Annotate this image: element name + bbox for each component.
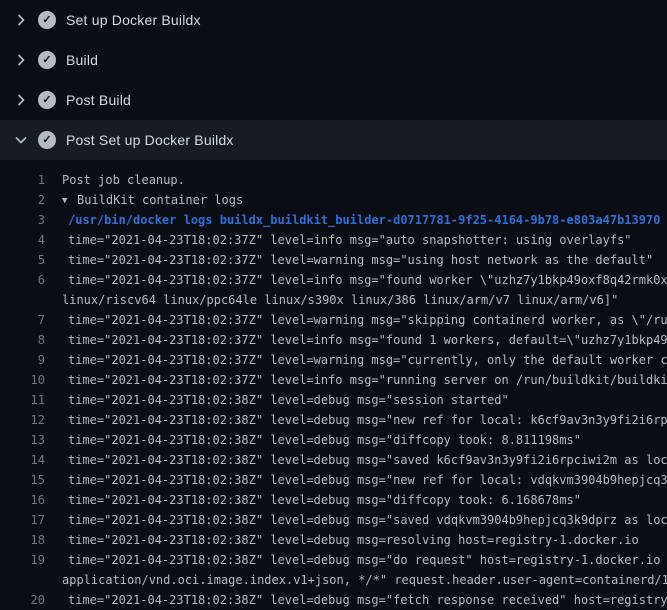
line-number[interactable]: 4 bbox=[0, 230, 45, 250]
log-line: 9 time="2021-04-23T18:02:37Z" level=warni… bbox=[0, 350, 667, 370]
line-number bbox=[0, 290, 45, 310]
log-text: linux/riscv64 linux/ppc64le linux/s390x … bbox=[62, 290, 618, 310]
log-line: 8 time="2021-04-23T18:02:37Z" level=info … bbox=[0, 330, 667, 350]
check-circle-icon: ✓ bbox=[38, 11, 56, 29]
log-line: 4 time="2021-04-23T18:02:37Z" level=info … bbox=[0, 230, 667, 250]
log-line: 12 time="2021-04-23T18:02:38Z" level=debu… bbox=[0, 410, 667, 430]
log-line: 1 Post job cleanup. bbox=[0, 170, 667, 190]
log-line: 5 time="2021-04-23T18:02:37Z" level=warni… bbox=[0, 250, 667, 270]
log-line-continuation: application/vnd.oci.image.index.v1+json,… bbox=[0, 570, 667, 590]
log-line: 3/usr/bin/docker logs buildx_buildkit_bu… bbox=[0, 210, 667, 230]
log-line: 16 time="2021-04-23T18:02:38Z" level=debu… bbox=[0, 490, 667, 510]
line-number[interactable]: 1 bbox=[0, 170, 45, 190]
log-line: 14 time="2021-04-23T18:02:38Z" level=debu… bbox=[0, 450, 667, 470]
log-text: time="2021-04-23T18:02:38Z" level=debug … bbox=[68, 430, 581, 450]
log-text: time="2021-04-23T18:02:38Z" level=debug … bbox=[68, 530, 639, 550]
log-text: time="2021-04-23T18:02:38Z" level=debug … bbox=[68, 410, 667, 430]
log-line: 2 ▼BuildKit container logs bbox=[0, 190, 667, 210]
step-log-output: 1 Post job cleanup. 2 ▼BuildKit container l… bbox=[0, 160, 667, 610]
log-text: time="2021-04-23T18:02:38Z" level=debug … bbox=[68, 590, 667, 610]
log-command-text: /usr/bin/docker logs buildx_buildkit_bui… bbox=[68, 210, 660, 230]
line-number[interactable]: 16 bbox=[0, 490, 45, 510]
chevron-right-icon[interactable] bbox=[13, 12, 29, 28]
step-title: Post Build bbox=[66, 92, 131, 108]
triangle-down-icon[interactable]: ▼ bbox=[62, 191, 77, 210]
line-number[interactable]: 19 bbox=[0, 550, 45, 570]
line-number[interactable]: 8 bbox=[0, 330, 45, 350]
line-number[interactable]: 12 bbox=[0, 410, 45, 430]
log-text: Post job cleanup. bbox=[62, 170, 185, 190]
line-number bbox=[0, 570, 45, 590]
line-number[interactable]: 13 bbox=[0, 430, 45, 450]
log-line: 7 time="2021-04-23T18:02:37Z" level=warni… bbox=[0, 310, 667, 330]
check-circle-icon: ✓ bbox=[38, 131, 56, 149]
log-text: time="2021-04-23T18:02:37Z" level=warnin… bbox=[68, 350, 667, 370]
log-line: 10 time="2021-04-23T18:02:37Z" level=info… bbox=[0, 370, 667, 390]
log-text: time="2021-04-23T18:02:37Z" level=info m… bbox=[68, 270, 667, 290]
log-text: time="2021-04-23T18:02:38Z" level=debug … bbox=[68, 550, 667, 570]
line-number[interactable]: 9 bbox=[0, 350, 45, 370]
log-line: 17 time="2021-04-23T18:02:38Z" level=debu… bbox=[0, 510, 667, 530]
step-title: Set up Docker Buildx bbox=[66, 12, 201, 28]
log-text: time="2021-04-23T18:02:38Z" level=debug … bbox=[68, 510, 667, 530]
log-text: ▼BuildKit container logs bbox=[62, 190, 243, 210]
chevron-right-icon[interactable] bbox=[13, 52, 29, 68]
log-text: time="2021-04-23T18:02:37Z" level=info m… bbox=[68, 230, 632, 250]
log-text: application/vnd.oci.image.index.v1+json,… bbox=[62, 570, 667, 590]
step-header-setup-docker-buildx[interactable]: ✓ Set up Docker Buildx bbox=[0, 0, 667, 40]
line-number[interactable]: 14 bbox=[0, 450, 45, 470]
line-number[interactable]: 3 bbox=[0, 210, 45, 230]
line-number[interactable]: 5 bbox=[0, 250, 45, 270]
line-number[interactable]: 2 bbox=[0, 190, 45, 210]
chevron-down-icon[interactable] bbox=[13, 132, 29, 148]
log-text: time="2021-04-23T18:02:38Z" level=debug … bbox=[68, 490, 581, 510]
line-number[interactable]: 17 bbox=[0, 510, 45, 530]
line-number[interactable]: 20 bbox=[0, 590, 45, 610]
line-number[interactable]: 11 bbox=[0, 390, 45, 410]
log-line: 15 time="2021-04-23T18:02:38Z" level=debu… bbox=[0, 470, 667, 490]
log-text: time="2021-04-23T18:02:37Z" level=warnin… bbox=[68, 250, 653, 270]
step-header-build[interactable]: ✓ Build bbox=[0, 40, 667, 80]
line-number[interactable]: 6 bbox=[0, 270, 45, 290]
log-text: time="2021-04-23T18:02:37Z" level=info m… bbox=[68, 370, 667, 390]
log-line: 13 time="2021-04-23T18:02:38Z" level=debu… bbox=[0, 430, 667, 450]
check-circle-icon: ✓ bbox=[38, 51, 56, 69]
line-number[interactable]: 10 bbox=[0, 370, 45, 390]
job-steps-list: ✓ Set up Docker Buildx ✓ Build ✓ Post Build ✓ P… bbox=[0, 0, 667, 160]
step-header-post-setup-docker-buildx[interactable]: ✓ Post Set up Docker Buildx bbox=[0, 120, 667, 160]
check-circle-icon: ✓ bbox=[38, 91, 56, 109]
line-number[interactable]: 7 bbox=[0, 310, 45, 330]
chevron-right-icon[interactable] bbox=[13, 92, 29, 108]
log-text: time="2021-04-23T18:02:37Z" level=warnin… bbox=[68, 310, 667, 330]
log-line: 6 time="2021-04-23T18:02:37Z" level=info … bbox=[0, 270, 667, 290]
step-title: Build bbox=[66, 52, 98, 68]
log-text: time="2021-04-23T18:02:38Z" level=debug … bbox=[68, 450, 667, 470]
log-line: 18 time="2021-04-23T18:02:38Z" level=debu… bbox=[0, 530, 667, 550]
step-header-post-build[interactable]: ✓ Post Build bbox=[0, 80, 667, 120]
log-line: 19 time="2021-04-23T18:02:38Z" level=debu… bbox=[0, 550, 667, 570]
log-line: 11 time="2021-04-23T18:02:38Z" level=debu… bbox=[0, 390, 667, 410]
step-title: Post Set up Docker Buildx bbox=[66, 132, 234, 148]
log-text: time="2021-04-23T18:02:38Z" level=debug … bbox=[68, 470, 667, 490]
line-number[interactable]: 18 bbox=[0, 530, 45, 550]
log-text: time="2021-04-23T18:02:37Z" level=info m… bbox=[68, 330, 667, 350]
line-number[interactable]: 15 bbox=[0, 470, 45, 490]
log-group-label[interactable]: BuildKit container logs bbox=[77, 193, 243, 207]
log-line-continuation: linux/riscv64 linux/ppc64le linux/s390x … bbox=[0, 290, 667, 310]
log-text: time="2021-04-23T18:02:38Z" level=debug … bbox=[68, 390, 509, 410]
log-line: 20 time="2021-04-23T18:02:38Z" level=debu… bbox=[0, 590, 667, 610]
